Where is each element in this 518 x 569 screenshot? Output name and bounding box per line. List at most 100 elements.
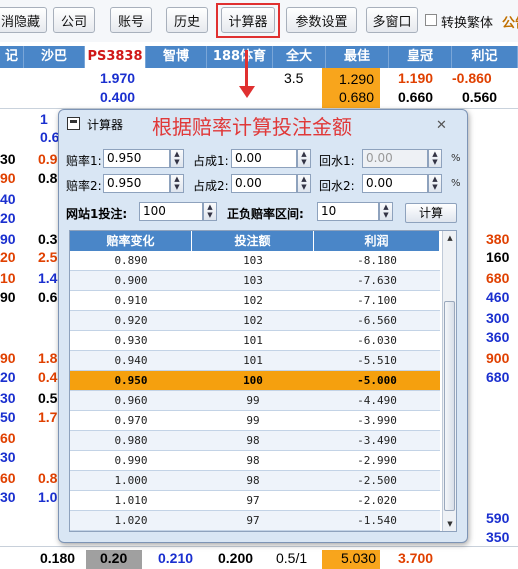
share2-input[interactable]: 0.00 (231, 174, 297, 193)
announcement-link[interactable]: 公告 (502, 12, 518, 31)
odds-huangguan-a: 1.190 (398, 70, 434, 86)
close-icon[interactable]: ✕ (436, 118, 447, 133)
table-row[interactable]: 0.980 98 -3.490 (70, 431, 440, 451)
cell-profit: -5.000 (357, 374, 397, 387)
history-button[interactable]: 历史 (166, 7, 208, 33)
odds1-spinner[interactable]: ▲ ▼ (170, 149, 184, 168)
left2-odds-9: 0.5 (38, 390, 58, 406)
header-188[interactable]: 188体育 (207, 46, 273, 68)
annotation-arrow-head (239, 86, 255, 98)
odds-shaba-a: 1.970 (100, 70, 136, 86)
cell-stake: 101 (243, 334, 263, 347)
share2-spinner[interactable]: ▲ ▼ (297, 174, 311, 193)
odds2-input[interactable]: 0.950 (103, 174, 170, 193)
odds1-input[interactable]: 0.950 (103, 149, 170, 168)
dialog-title: 计算器 (87, 118, 124, 132)
cell-profit: -3.490 (357, 434, 397, 447)
cell-profit: -1.540 (357, 514, 397, 527)
table-row[interactable]: 0.930 101 -6.030 (70, 331, 440, 351)
rebate2-input[interactable]: 0.00 (362, 174, 428, 193)
grid-scrollbar[interactable]: ▲ ▼ (442, 231, 456, 531)
rebate2-spinner[interactable]: ▲ ▼ (428, 174, 442, 193)
left2-odds-1: 0.9 (38, 151, 58, 167)
header-quanda[interactable]: 全大 (273, 46, 326, 68)
header-zhibo[interactable]: 智博 (146, 46, 207, 68)
bottom-odds-1: 0.180 (40, 550, 76, 566)
bottom-odds-4: 0.200 (218, 550, 254, 566)
odds2-label: 赔率2: (66, 179, 102, 193)
left-odds-6: 20 (0, 210, 16, 226)
share1-spinner[interactable]: ▲ ▼ (297, 149, 311, 168)
cell-profit: -7.630 (357, 274, 397, 287)
right-odds-9: 590 (486, 510, 510, 526)
hide-button[interactable]: 消隐藏 (0, 7, 47, 33)
table-row[interactable]: 0.910 102 -7.100 (70, 291, 440, 311)
table-row[interactable]: 0.970 99 -3.990 (70, 411, 440, 431)
bottom-odds-2: 0.20 (86, 550, 142, 569)
company-button[interactable]: 公司 (53, 7, 95, 33)
stake-input[interactable]: 100 (139, 202, 203, 221)
table-row[interactable]: 0.920 102 -6.560 (70, 311, 440, 331)
convert-traditional-checkbox[interactable] (425, 14, 437, 26)
settings-button[interactable]: 参数设置 (286, 7, 357, 33)
left-odds-17: 60 (0, 470, 16, 486)
table-row[interactable]: 0.940 101 -5.510 (70, 351, 440, 371)
rebate1-input[interactable]: 0.00 (362, 149, 428, 168)
table-row[interactable]: 1.020 97 -1.540 (70, 511, 440, 531)
scroll-up-icon[interactable]: ▲ (443, 231, 456, 245)
cell-odds-change: 0.890 (114, 254, 148, 267)
header-stake[interactable]: 投注额 (192, 231, 314, 251)
cell-odds-change: 1.020 (114, 514, 148, 527)
header-best[interactable]: 最佳 (326, 46, 389, 68)
cell-stake: 98 (246, 454, 260, 467)
cell-odds-change: 1.010 (114, 494, 148, 507)
cell-odds-change: 0.930 (114, 334, 148, 347)
cell-profit: -5.510 (357, 354, 397, 367)
cell-stake: 99 (246, 394, 260, 407)
header-ps3838[interactable]: PS3838 (85, 46, 146, 68)
rebate1-spinner[interactable]: ▲ ▼ (428, 149, 442, 168)
header-profit[interactable]: 利润 (314, 231, 440, 251)
cell-profit: -2.500 (357, 474, 397, 487)
cell-stake: 97 (246, 514, 260, 527)
multiwindow-button[interactable]: 多窗口 (366, 7, 418, 33)
table-row[interactable]: 0.890 103 -8.180 (70, 251, 440, 271)
left-odds-9: 10 (0, 270, 16, 286)
cell-odds-change: 0.920 (114, 314, 148, 327)
header-odds-change[interactable]: 赔率变化 (70, 231, 192, 251)
scroll-down-icon[interactable]: ▼ (443, 517, 456, 531)
range-input[interactable]: 10 (317, 202, 379, 221)
scroll-thumb[interactable] (444, 301, 455, 511)
grid-header: 赔率变化 投注额 利润 (70, 231, 440, 251)
table-row[interactable]: 0.990 98 -2.990 (70, 451, 440, 471)
table-row[interactable]: 1.010 97 -2.020 (70, 491, 440, 511)
cell-odds-change: 0.960 (114, 394, 148, 407)
left-odds-10: 90 (0, 289, 16, 305)
bottom-odds-3: 0.210 (158, 550, 194, 566)
table-row[interactable]: 0.960 99 -4.490 (70, 391, 440, 411)
table-row[interactable]: 0.900 103 -7.630 (70, 271, 440, 291)
cell-profit: -6.560 (357, 314, 397, 327)
calculate-button[interactable]: 计算 (405, 203, 457, 223)
share1-label: 占成1: (193, 154, 229, 168)
cell-profit: -7.100 (357, 294, 397, 307)
header-liji[interactable]: 利记 (452, 46, 518, 68)
odds-huangguan-b: 0.660 (398, 89, 434, 105)
share1-input[interactable]: 0.00 (231, 149, 297, 168)
header-huangguan[interactable]: 皇冠 (389, 46, 452, 68)
account-button[interactable]: 账号 (110, 7, 152, 33)
odds-best-cell: 1.290 0.680 (322, 68, 380, 108)
cell-profit: -2.990 (357, 454, 397, 467)
header-shaba[interactable]: 沙巴 (24, 46, 85, 68)
left-odds-13: 30 (0, 390, 16, 406)
left-odds-1: 1 (40, 111, 48, 127)
cell-odds-change: 0.940 (114, 354, 148, 367)
right-odds-8: 680 (486, 369, 510, 385)
range-spinner[interactable]: ▲ ▼ (379, 202, 393, 221)
odds-liji-a: -0.860 (452, 70, 492, 86)
odds2-spinner[interactable]: ▲ ▼ (170, 174, 184, 193)
table-row[interactable]: 1.000 98 -2.500 (70, 471, 440, 491)
table-row[interactable]: 0.950 100 -5.000 (70, 371, 440, 391)
dialog-titlebar[interactable]: 计算器 根据赔率计算投注金额 ✕ (59, 110, 467, 139)
stake-spinner[interactable]: ▲ ▼ (203, 202, 217, 221)
